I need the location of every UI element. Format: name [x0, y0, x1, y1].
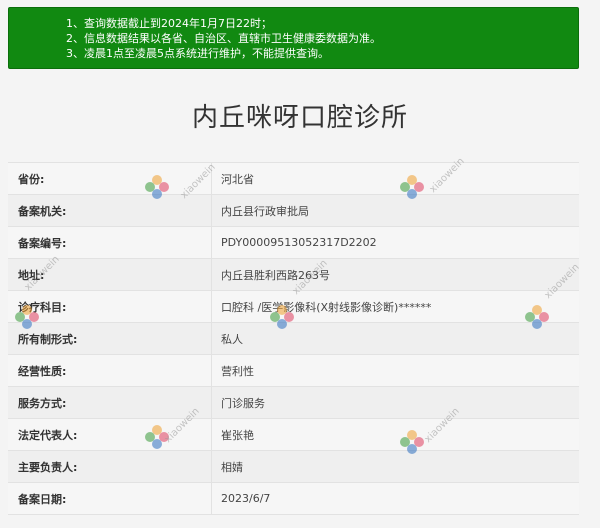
row-value: 营利性	[221, 364, 254, 378]
row-label: 主要负责人:	[8, 451, 212, 482]
notice-line: 3、凌晨1点至凌晨5点系统进行维护，不能提供查询。	[66, 46, 578, 61]
row-value: 2023/6/7	[221, 492, 271, 505]
table-row: 省份: 河北省	[8, 163, 579, 195]
notice-line-text: 信息数据结果以各省、自治区、直辖市卫生健康委数据为准。	[84, 32, 381, 45]
row-value: 私人	[221, 332, 243, 346]
row-label: 所有制形式:	[8, 323, 212, 354]
row-label: 经营性质:	[8, 355, 212, 386]
row-value: 内丘县胜利西路263号	[221, 268, 330, 282]
row-value: 崔张艳	[221, 428, 254, 442]
notice-banner: 1、查询数据截止到2024年1月7日22时； 2、信息数据结果以各省、自治区、直…	[8, 7, 579, 69]
table-row: 主要负责人: 相婧	[8, 451, 579, 483]
row-value: 相婧	[221, 460, 243, 474]
notice-line: 2、信息数据结果以各省、自治区、直辖市卫生健康委数据为准。	[66, 31, 578, 46]
row-label: 服务方式:	[8, 387, 212, 418]
table-row: 诊疗科目: 口腔科 /医学影像科(X射线影像诊断)******	[8, 291, 579, 323]
row-label: 省份:	[8, 163, 212, 194]
table-row: 地址: 内丘县胜利西路263号	[8, 259, 579, 291]
notice-line-number: 2、	[66, 32, 84, 45]
notice-line: 1、查询数据截止到2024年1月7日22时；	[66, 16, 578, 31]
row-value: 内丘县行政审批局	[221, 204, 309, 218]
table-row: 备案编号: PDY00009513052317D2202	[8, 227, 579, 259]
page-title: 内丘咪呀口腔诊所	[191, 103, 408, 133]
row-label: 地址:	[8, 259, 212, 290]
page-bottom	[0, 517, 600, 528]
notice-line-text: 凌晨1点至凌晨5点系统进行维护，不能提供查询。	[84, 47, 329, 60]
table-row: 备案机关: 内丘县行政审批局	[8, 195, 579, 227]
row-value: 口腔科 /医学影像科(X射线影像诊断)******	[221, 300, 432, 314]
notice-line-number: 3、	[66, 47, 84, 60]
notice-line-text: 查询数据截止到2024年1月7日22时；	[84, 17, 272, 30]
row-value: 河北省	[221, 172, 254, 186]
row-label: 诊疗科目:	[8, 291, 212, 322]
table-row: 所有制形式: 私人	[8, 323, 579, 355]
table-row: 法定代表人: 崔张艳	[8, 419, 579, 451]
row-label: 法定代表人:	[8, 419, 212, 450]
row-label: 备案机关:	[8, 195, 212, 226]
row-value: 门诊服务	[221, 396, 265, 410]
notice-line-number: 1、	[66, 17, 84, 30]
table-row: 备案日期: 2023/6/7	[8, 483, 579, 515]
table-row: 经营性质: 营利性	[8, 355, 579, 387]
info-table: 省份: 河北省 备案机关: 内丘县行政审批局 备案编号: PDY00009513…	[8, 162, 579, 515]
table-row: 服务方式: 门诊服务	[8, 387, 579, 419]
row-label: 备案日期:	[8, 483, 212, 514]
row-label: 备案编号:	[8, 227, 212, 258]
row-value: PDY00009513052317D2202	[221, 236, 377, 249]
